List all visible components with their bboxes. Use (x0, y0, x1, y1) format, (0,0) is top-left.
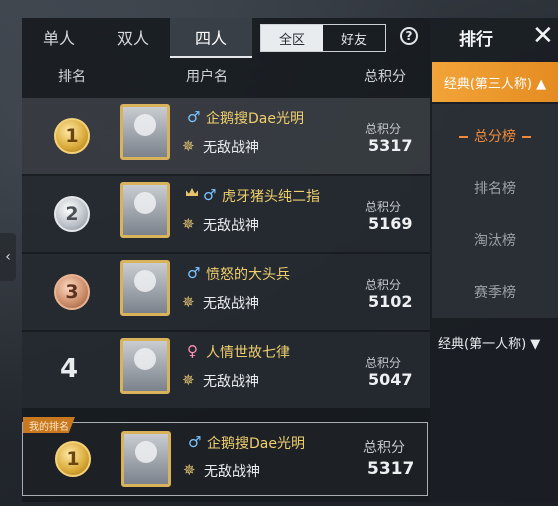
player-title: 无敌战神 (203, 218, 259, 234)
collapse-panel-icon[interactable]: ‹ (0, 233, 16, 281)
bronze-medal-icon: 3 (54, 274, 90, 310)
sub-item-rank[interactable]: 排名榜 (432, 178, 558, 198)
dan-badge-icon: ✵ (183, 461, 196, 479)
dan-badge-icon: ✵ (182, 293, 195, 311)
player-title: 无敌战神 (204, 464, 260, 480)
score-value: 5169 (368, 214, 413, 233)
column-user: 用户名 (186, 69, 228, 85)
column-rank: 排名 (58, 69, 86, 85)
column-total: 总积分 (364, 69, 406, 85)
dan-badge-icon: ✵ (182, 371, 195, 389)
score-label: 总积分 (365, 122, 402, 136)
avatar[interactable] (120, 104, 170, 160)
score-label: 总积分 (365, 356, 402, 370)
category-third-person[interactable]: 经典(第三人称) ▲ (432, 62, 558, 102)
my-rank-tag: 我的排名 (23, 417, 75, 433)
avatar[interactable] (120, 338, 170, 394)
score-value: 5102 (368, 292, 413, 311)
active-marker (459, 136, 468, 138)
score-value: 5047 (368, 370, 413, 389)
player-name: 企鹅搜Dae光明 (206, 111, 304, 127)
female-icon: ♀ (187, 342, 198, 360)
tab-squad[interactable]: 四人 (170, 18, 252, 58)
score-label: 总积分 (363, 440, 405, 456)
dan-badge-icon: ✵ (182, 137, 195, 155)
table-row[interactable]: 4 ♀ 人情世故七律 ✵ 无敌战神 总积分 5047 (22, 332, 430, 408)
my-rank-row[interactable]: 我的排名 1 ♂ 企鹅搜Dae光明 ✵ 无敌战神 总积分 5317 (22, 417, 428, 496)
score-label: 总积分 (365, 200, 402, 214)
table-row[interactable]: 1 ♂ 企鹅搜Dae光明 ✵ 无敌战神 总积分 5317 (22, 98, 430, 174)
gold-medal-icon: 1 (55, 441, 91, 477)
player-name: 虎牙猪头纯二指 (222, 189, 320, 205)
crown-icon (186, 188, 198, 196)
sub-item-total[interactable]: 总分榜 (432, 126, 558, 146)
avatar[interactable] (121, 431, 171, 487)
player-title: 无敌战神 (203, 374, 259, 390)
player-title: 无敌战神 (203, 296, 259, 312)
scope-toggle: 全区 好友 (260, 24, 386, 52)
player-name: 企鹅搜Dae光明 (207, 436, 305, 452)
help-icon[interactable]: ? (400, 27, 418, 45)
table-row[interactable]: 3 ♂ 愤怒的大头兵 ✵ 无敌战神 总积分 5102 (22, 254, 430, 330)
rank-number: 4 (60, 354, 79, 384)
male-icon: ♂ (203, 186, 217, 204)
player-name: 人情世故七律 (206, 345, 290, 361)
category-first-person[interactable]: 经典(第一人称) ▼ (438, 333, 540, 352)
male-icon: ♂ (188, 433, 202, 451)
sub-item-season[interactable]: 赛季榜 (432, 282, 558, 302)
avatar[interactable] (120, 260, 170, 316)
silver-medal-icon: 2 (54, 196, 90, 232)
tab-solo[interactable]: 单人 (22, 18, 96, 56)
scope-friends-button[interactable]: 好友 (323, 25, 385, 51)
gold-medal-icon: 1 (54, 118, 90, 154)
score-label: 总积分 (365, 278, 402, 292)
score-value: 5317 (368, 136, 413, 155)
player-name: 愤怒的大头兵 (206, 267, 290, 283)
sidebar-title: 排行 (459, 29, 493, 50)
active-marker (522, 136, 531, 138)
table-row[interactable]: 2 ♂ 虎牙猪头纯二指 ✵ 无敌战神 总积分 5169 (22, 176, 430, 252)
sub-ranking-list: 总分榜 排名榜 淘汰榜 赛季榜 (432, 104, 558, 318)
leaderboard-panel: 单人 双人 四人 全区 好友 ? 排名 用户名 总积分 1 ♂ 企鹅搜Dae光明… (22, 18, 430, 502)
player-title: 无敌战神 (203, 140, 259, 156)
sub-item-elimination[interactable]: 淘汰榜 (432, 230, 558, 250)
avatar[interactable] (120, 182, 170, 238)
dan-badge-icon: ✵ (182, 215, 195, 233)
score-value: 5317 (367, 459, 415, 479)
scope-region-button[interactable]: 全区 (261, 25, 323, 51)
ranking-sidebar: 排行 ✕ 经典(第三人称) ▲ 总分榜 排名榜 淘汰榜 赛季榜 经典(第一人称)… (430, 18, 558, 502)
male-icon: ♂ (187, 108, 201, 126)
tab-duo[interactable]: 双人 (96, 18, 170, 56)
close-icon[interactable]: ✕ (532, 21, 554, 51)
sub-item-label: 总分榜 (474, 129, 516, 145)
male-icon: ♂ (187, 264, 201, 282)
